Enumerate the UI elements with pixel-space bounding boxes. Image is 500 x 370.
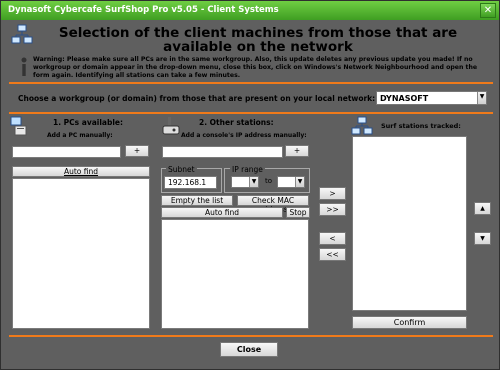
chevron-down-icon[interactable]: ▼ bbox=[295, 177, 304, 187]
other-auto-find-button[interactable]: Auto find bbox=[161, 207, 283, 218]
ip-range-to-select[interactable]: ▼ bbox=[277, 176, 305, 188]
workgroup-label: Choose a workgroup (or domain) from thos… bbox=[18, 94, 376, 103]
move-down-button[interactable]: ▼ bbox=[474, 232, 491, 245]
empty-list-button[interactable]: Empty the list bbox=[161, 195, 233, 206]
add-pc-input[interactable] bbox=[12, 146, 121, 158]
ip-range-from-select[interactable]: ▼ bbox=[231, 176, 259, 188]
close-button[interactable]: Close bbox=[220, 342, 278, 357]
warning-text: Warning: Please make sure all PCs are in… bbox=[33, 56, 478, 79]
pcs-auto-find-button[interactable]: Auto find bbox=[12, 166, 150, 177]
add-console-ip-input[interactable] bbox=[162, 146, 283, 158]
subnet-input[interactable]: 192.168.1 bbox=[164, 176, 217, 189]
move-up-button[interactable]: ▲ bbox=[474, 202, 491, 215]
other-stations-list[interactable] bbox=[161, 219, 309, 329]
add-console-button[interactable]: + bbox=[285, 145, 309, 157]
close-window-button[interactable]: ✕ bbox=[480, 3, 496, 18]
tracked-title: Surf stations tracked: bbox=[381, 122, 461, 130]
client-systems-window: Dynasoft Cybercafe SurfShop Pro v5.05 - … bbox=[0, 0, 500, 370]
pcs-available-list[interactable] bbox=[12, 178, 150, 329]
ip-range-label: IP range bbox=[230, 165, 265, 174]
remove-selected-button[interactable]: < bbox=[319, 232, 346, 245]
add-console-label: Add a console's IP address manually: bbox=[181, 132, 307, 139]
separator-top bbox=[9, 82, 493, 84]
title-bar: Dynasoft Cybercafe SurfShop Pro v5.05 - … bbox=[1, 1, 499, 20]
confirm-button[interactable]: Confirm bbox=[352, 316, 467, 329]
add-pc-button[interactable]: + bbox=[125, 145, 149, 157]
separator-bottom bbox=[9, 335, 493, 337]
pc-icon bbox=[10, 116, 27, 136]
other-stations-title: 2. Other stations: bbox=[199, 118, 274, 127]
network-icon bbox=[351, 116, 373, 135]
pcs-available-title: 1. PCs available: bbox=[53, 118, 123, 127]
add-selected-button[interactable]: > bbox=[319, 187, 346, 200]
subnet-label: Subnet bbox=[166, 165, 197, 174]
page-heading: Selection of the client machines from th… bbox=[58, 25, 458, 55]
chevron-down-icon[interactable]: ▼ bbox=[249, 177, 258, 187]
tracked-stations-list[interactable] bbox=[352, 136, 467, 311]
window-title: Dynasoft Cybercafe SurfShop Pro v5.05 - … bbox=[8, 5, 279, 15]
stop-button[interactable]: Stop bbox=[286, 207, 310, 218]
console-icon bbox=[162, 117, 180, 135]
workgroup-select[interactable]: DYNASOFT ▼ bbox=[376, 91, 487, 105]
chevron-down-icon[interactable]: ▼ bbox=[477, 92, 486, 104]
add-all-button[interactable]: >> bbox=[319, 203, 346, 216]
separator-mid bbox=[9, 112, 493, 114]
remove-all-button[interactable]: << bbox=[319, 248, 346, 261]
workgroup-value: DYNASOFT bbox=[380, 94, 429, 103]
info-icon bbox=[21, 57, 27, 76]
add-pc-label: Add a PC manually: bbox=[47, 132, 113, 139]
check-mac-address-button[interactable]: Check MAC address bbox=[237, 195, 309, 214]
network-icon bbox=[11, 24, 33, 44]
ip-range-to-label: to bbox=[265, 177, 273, 185]
